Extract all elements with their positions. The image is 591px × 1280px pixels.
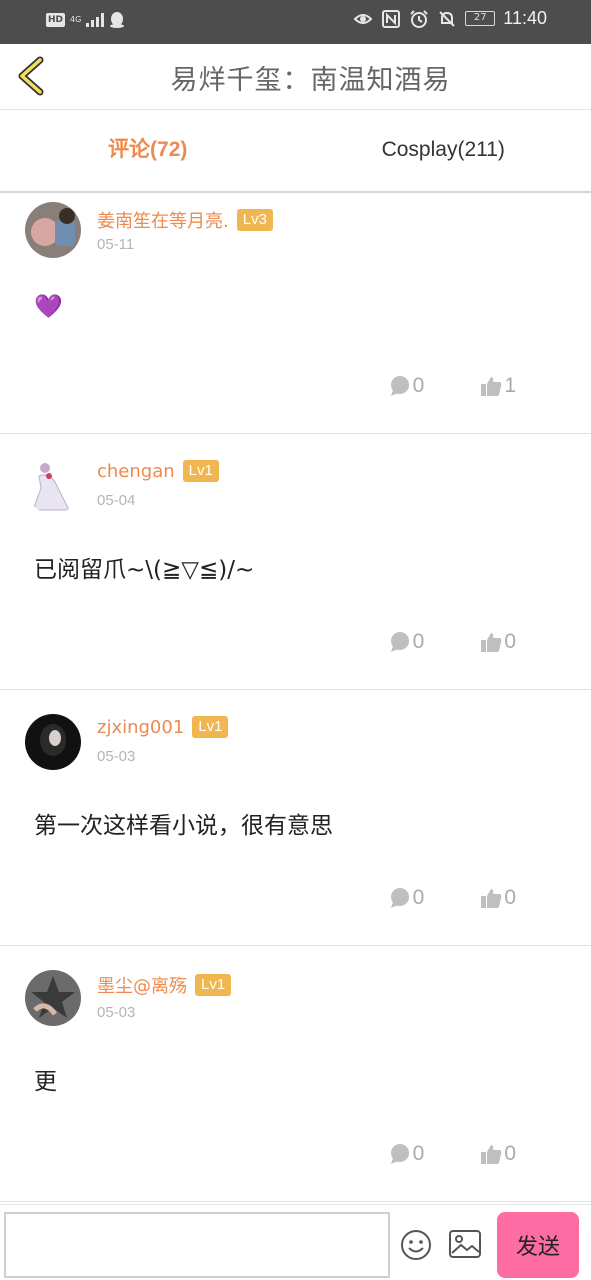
eye-comfort-icon — [353, 13, 373, 24]
comment-actions: 0 0 — [389, 886, 516, 910]
page-title: 易烊千玺：南温知酒易 — [170, 65, 451, 96]
hd-badge: HD — [46, 13, 66, 27]
reply-count: 0 — [412, 630, 425, 653]
like-count: 0 — [504, 630, 516, 653]
status-icons: 27 11:40 — [353, 8, 547, 29]
username[interactable]: 墨尘@离殇 — [97, 972, 187, 998]
reply-button[interactable]: 0 — [389, 886, 425, 910]
nfc-icon — [382, 9, 401, 28]
comment-content: 更 — [34, 1069, 57, 1095]
user-meta: chengan Lv1 — [97, 460, 219, 482]
qq-icon — [110, 12, 125, 28]
mute-bell-icon — [439, 10, 455, 27]
username[interactable]: chengan — [97, 461, 175, 482]
reply-button[interactable]: 0 — [389, 1142, 425, 1166]
avatar-image — [25, 458, 81, 514]
like-count: 0 — [504, 1142, 516, 1165]
comment-date: 05-03 — [97, 1004, 136, 1021]
comment-content: 已阅留爪~\(≧▽≦)/~ — [34, 557, 255, 583]
avatar[interactable] — [25, 202, 81, 258]
comment-item: zjxing001 Lv1 05-03 第一次这样看小说，很有意思 0 0 — [0, 690, 591, 946]
avatar[interactable] — [25, 970, 81, 1026]
comment-actions: 0 0 — [389, 1142, 516, 1166]
reply-button[interactable]: 0 — [389, 630, 425, 654]
level-badge: Lv1 — [182, 460, 219, 482]
comment-date: 05-04 — [97, 492, 136, 509]
app-header: 易烊千玺：南温知酒易 — [0, 44, 591, 110]
comment-list: 姜南笙在等月亮. Lv3 05-11 💜 0 1 chengan Lv1 05-… — [0, 195, 591, 1202]
comment-input[interactable] — [4, 1212, 390, 1278]
thumbs-up-icon — [481, 1145, 502, 1164]
like-count: 1 — [504, 374, 516, 397]
chat-bubble-icon — [390, 888, 409, 908]
tab-cosplay[interactable]: Cosplay(211) — [296, 111, 591, 191]
level-badge: Lv1 — [195, 974, 232, 996]
avatar[interactable] — [25, 714, 81, 770]
comment-actions: 0 0 — [389, 630, 516, 654]
signal-icon — [86, 13, 105, 27]
avatar-image — [25, 202, 81, 258]
image-icon[interactable] — [448, 1229, 482, 1259]
emoji-icon[interactable] — [400, 1229, 432, 1261]
user-meta: zjxing001 Lv1 — [97, 716, 229, 738]
comment-item: 姜南笙在等月亮. Lv3 05-11 💜 0 1 — [0, 195, 591, 434]
reply-count: 0 — [412, 374, 425, 397]
like-count: 0 — [504, 886, 516, 909]
comment-content: 💜 — [34, 294, 63, 320]
back-arrow-icon[interactable] — [14, 56, 48, 96]
reply-button[interactable]: 0 — [389, 374, 425, 398]
like-button[interactable]: 1 — [480, 374, 516, 398]
chat-bubble-icon — [390, 376, 409, 396]
avatar[interactable] — [25, 458, 81, 514]
network-type: 4G — [70, 15, 82, 24]
like-button[interactable]: 0 — [480, 886, 516, 910]
thumbs-up-icon — [481, 889, 502, 908]
comment-content: 第一次这样看小说，很有意思 — [34, 813, 333, 839]
tab-bar: 评论(72) Cosplay(211) — [0, 111, 591, 193]
like-button[interactable]: 0 — [480, 630, 516, 654]
comment-composer: 发送 — [0, 1204, 591, 1280]
comment-item: 墨尘@离殇 Lv1 05-03 更 0 0 — [0, 946, 591, 1202]
level-badge: Lv1 — [192, 716, 229, 738]
thumbs-up-icon — [481, 377, 502, 396]
tab-comments[interactable]: 评论(72) — [0, 111, 296, 191]
thumbs-up-icon — [481, 633, 502, 652]
level-badge: Lv3 — [236, 209, 273, 231]
battery-level: 27 — [473, 12, 487, 23]
clock: 11:40 — [503, 8, 547, 28]
user-meta: 姜南笙在等月亮. Lv3 — [97, 207, 273, 233]
send-button[interactable]: 发送 — [497, 1212, 579, 1278]
battery-indicator: 27 — [465, 11, 496, 26]
comment-date: 05-11 — [97, 236, 135, 253]
network-indicators: HD 4G — [46, 11, 125, 29]
username[interactable]: 姜南笙在等月亮. — [97, 207, 229, 233]
chat-bubble-icon — [390, 632, 409, 652]
reply-count: 0 — [412, 886, 425, 909]
username[interactable]: zjxing001 — [97, 717, 184, 738]
chat-bubble-icon — [390, 1144, 409, 1164]
comment-actions: 0 1 — [389, 374, 516, 398]
avatar-image — [25, 970, 81, 1026]
alarm-icon — [410, 9, 428, 28]
comment-date: 05-03 — [97, 748, 136, 765]
comment-item: chengan Lv1 05-04 已阅留爪~\(≧▽≦)/~ 0 0 — [0, 434, 591, 690]
like-button[interactable]: 0 — [480, 1142, 516, 1166]
avatar-image — [25, 714, 81, 770]
user-meta: 墨尘@离殇 Lv1 — [97, 972, 232, 998]
status-bar: HD 4G 27 11:40 — [0, 0, 591, 44]
reply-count: 0 — [412, 1142, 425, 1165]
